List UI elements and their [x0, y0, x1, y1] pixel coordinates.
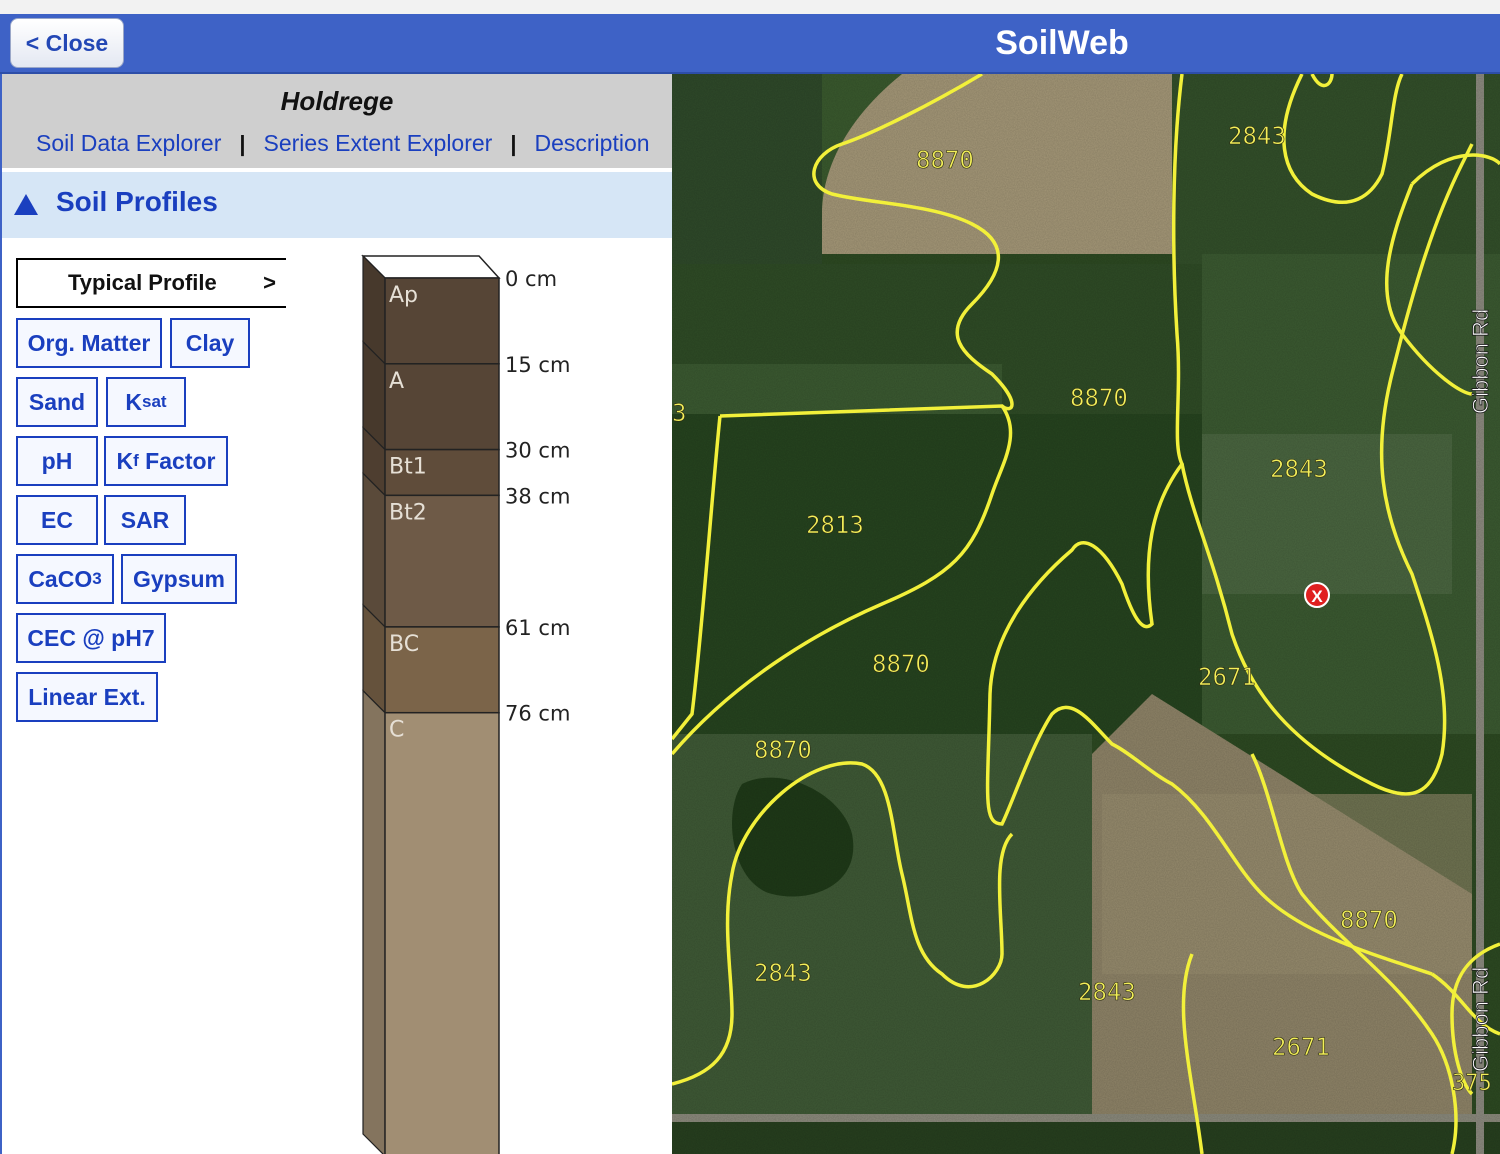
horizon-label: C	[389, 718, 404, 743]
gypsum-button[interactable]: Gypsum	[121, 554, 237, 604]
map-unit-label[interactable]: 2671	[1198, 663, 1256, 692]
map-unit-label[interactable]: 2843	[1270, 455, 1328, 484]
property-button-label: Org. Matter	[27, 329, 151, 356]
property-button-label: CaCO	[28, 565, 93, 592]
map-unit-label[interactable]: 2671	[1272, 1033, 1330, 1062]
collapse-triangle-icon[interactable]	[14, 194, 38, 215]
property-button-label: K	[125, 388, 143, 415]
property-button-label: Sand	[28, 388, 86, 415]
map-unit-label[interactable]: 8870	[872, 650, 930, 679]
typical-profile-label: Typical Profile	[68, 270, 217, 295]
property-button-label: pH	[41, 447, 73, 474]
horizon-block[interactable]	[384, 711, 500, 1154]
horizon-label: Ap	[389, 283, 418, 308]
map-unit-label[interactable]: 8870	[1070, 384, 1128, 413]
property-button-suffix: Factor	[138, 447, 216, 474]
soil-profile-diagram: ApABt1Bt2BCC0 cm15 cm30 cm38 cm61 cm76 c…	[361, 254, 570, 1154]
depth-label: 0 cm	[505, 267, 557, 291]
property-button-subscript: sat	[142, 392, 167, 411]
sand-button[interactable]: Sand	[16, 377, 98, 427]
app-header: < Close SoilWeb	[0, 14, 1500, 74]
map-unit-label[interactable]: 8870	[916, 146, 974, 175]
soil-map[interactable]: 8870 2843 8870 2843 2813 8870 2671 8870 …	[672, 74, 1500, 1154]
property-button-label: SAR	[120, 506, 170, 533]
horizon-label: Bt1	[389, 455, 427, 480]
section-title: Soil Profiles	[56, 186, 218, 217]
marker-label: X	[1311, 587, 1323, 606]
property-button-subscript: 3	[92, 569, 102, 588]
cec-ph7-button[interactable]: CEC @ pH7	[16, 613, 166, 663]
location-marker-icon[interactable]: X	[1304, 582, 1330, 608]
horizon-label: Bt2	[389, 500, 427, 525]
map-unit-label[interactable]: 375	[1452, 1071, 1492, 1097]
horizon-label: A	[389, 369, 404, 394]
series-header: Holdrege Soil Data Explorer | Series Ext…	[2, 74, 672, 168]
caco3-button[interactable]: CaCO 3	[16, 554, 114, 604]
map-unit-label[interactable]: 8870	[1340, 906, 1398, 935]
description-link[interactable]: Description	[535, 130, 650, 157]
road-label: Gibbon Rd	[1468, 967, 1493, 1072]
satellite-map-image[interactable]: 8870 2843 8870 2843 2813 8870 2671 8870 …	[672, 74, 1500, 1154]
link-separator: |	[239, 130, 246, 156]
ec-button[interactable]: EC	[16, 495, 98, 545]
ph-button[interactable]: pH	[16, 436, 98, 486]
kf-factor-button[interactable]: Kf Factor	[104, 436, 228, 486]
soil-profiles-section-header[interactable]: Soil Profiles	[2, 172, 672, 238]
series-name: Holdrege	[280, 86, 394, 116]
property-button-label: Linear Ext.	[28, 683, 146, 710]
map-unit-label[interactable]: 2843	[1078, 978, 1136, 1007]
map-unit-label[interactable]: 3	[672, 399, 687, 428]
property-button-label: Clay	[185, 329, 235, 356]
soil-data-explorer-link[interactable]: Soil Data Explorer	[36, 130, 221, 157]
clay-button[interactable]: Clay	[170, 318, 250, 368]
property-button-label: CEC @ pH7	[27, 624, 155, 651]
horizon-side	[362, 689, 386, 1154]
horizon-label: BC	[389, 632, 419, 657]
profile-top-face	[361, 255, 501, 279]
property-button-label: K	[116, 447, 134, 474]
app-title: SoilWeb	[995, 24, 1129, 62]
top-strip	[0, 0, 1500, 14]
map-unit-label[interactable]: 2843	[1228, 122, 1286, 151]
road-label: Gibbon Rd	[1468, 309, 1493, 414]
horizon-side	[362, 471, 386, 629]
link-separator: |	[510, 130, 517, 156]
ksat-button[interactable]: Ksat	[106, 377, 186, 427]
typical-profile-button[interactable]: Typical Profile >	[16, 258, 286, 308]
series-extent-explorer-link[interactable]: Series Extent Explorer	[264, 130, 493, 157]
map-unit-label[interactable]: 2843	[754, 959, 812, 988]
close-button[interactable]: < Close	[10, 18, 124, 68]
series-links: Soil Data Explorer | Series Extent Explo…	[2, 130, 672, 157]
soil-info-panel: Holdrege Soil Data Explorer | Series Ext…	[0, 74, 672, 1154]
org-matter-button[interactable]: Org. Matter	[16, 318, 162, 368]
sar-button[interactable]: SAR	[104, 495, 186, 545]
property-button-label: EC	[41, 506, 73, 533]
property-button-label: Gypsum	[132, 565, 226, 592]
chevron-right-icon: >	[263, 270, 276, 295]
linear-ext-button[interactable]: Linear Ext.	[16, 672, 158, 722]
map-unit-label[interactable]: 8870	[754, 736, 812, 765]
map-unit-label[interactable]: 2813	[806, 511, 864, 540]
